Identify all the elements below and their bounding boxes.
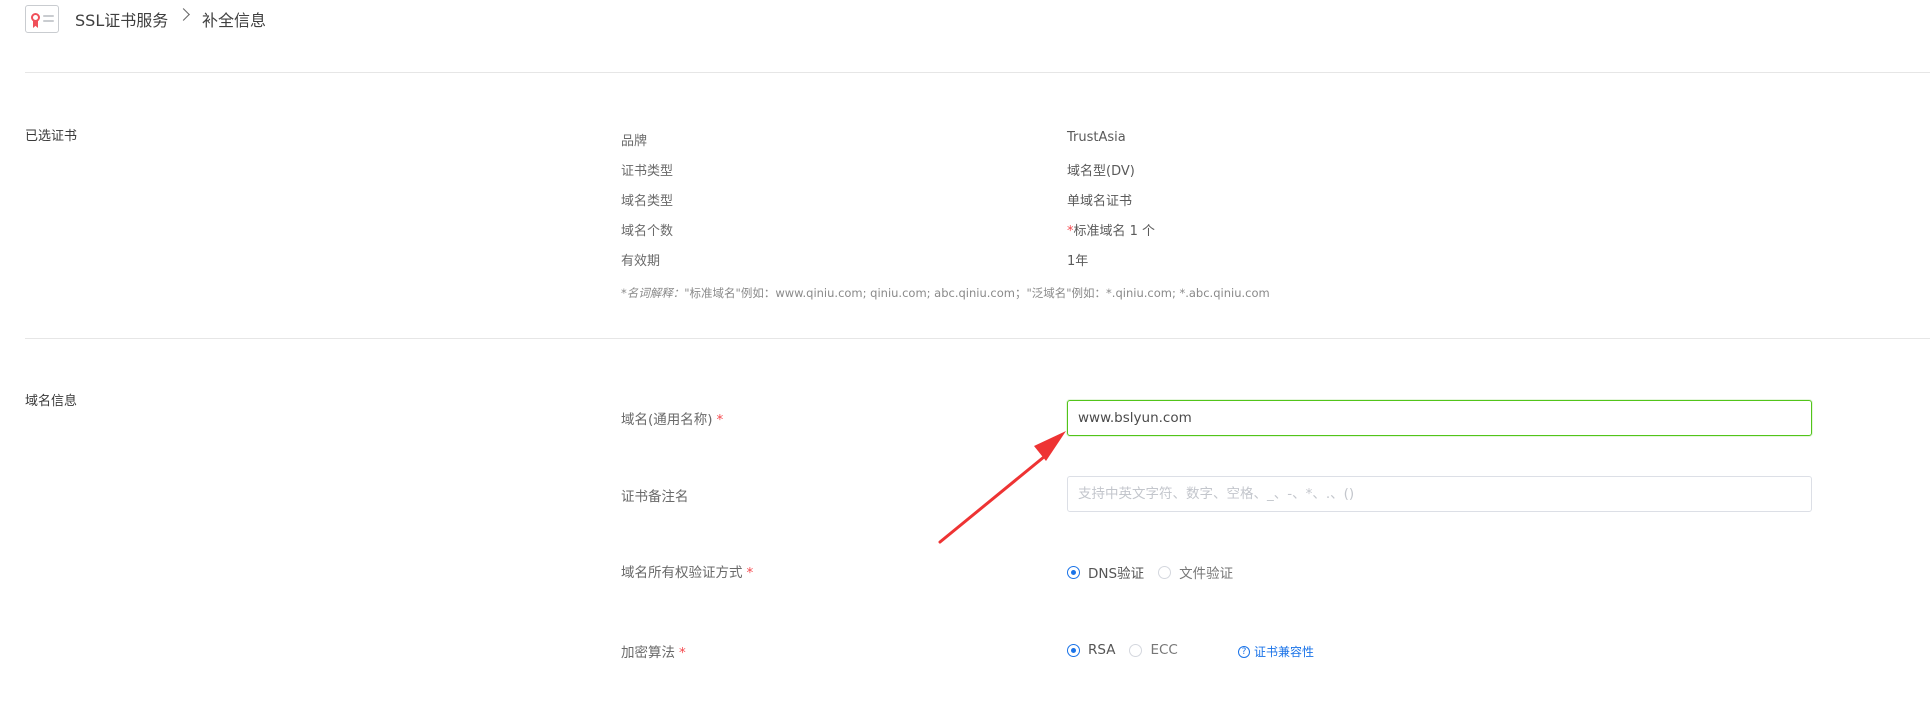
- annotation-arrow: [938, 431, 1066, 544]
